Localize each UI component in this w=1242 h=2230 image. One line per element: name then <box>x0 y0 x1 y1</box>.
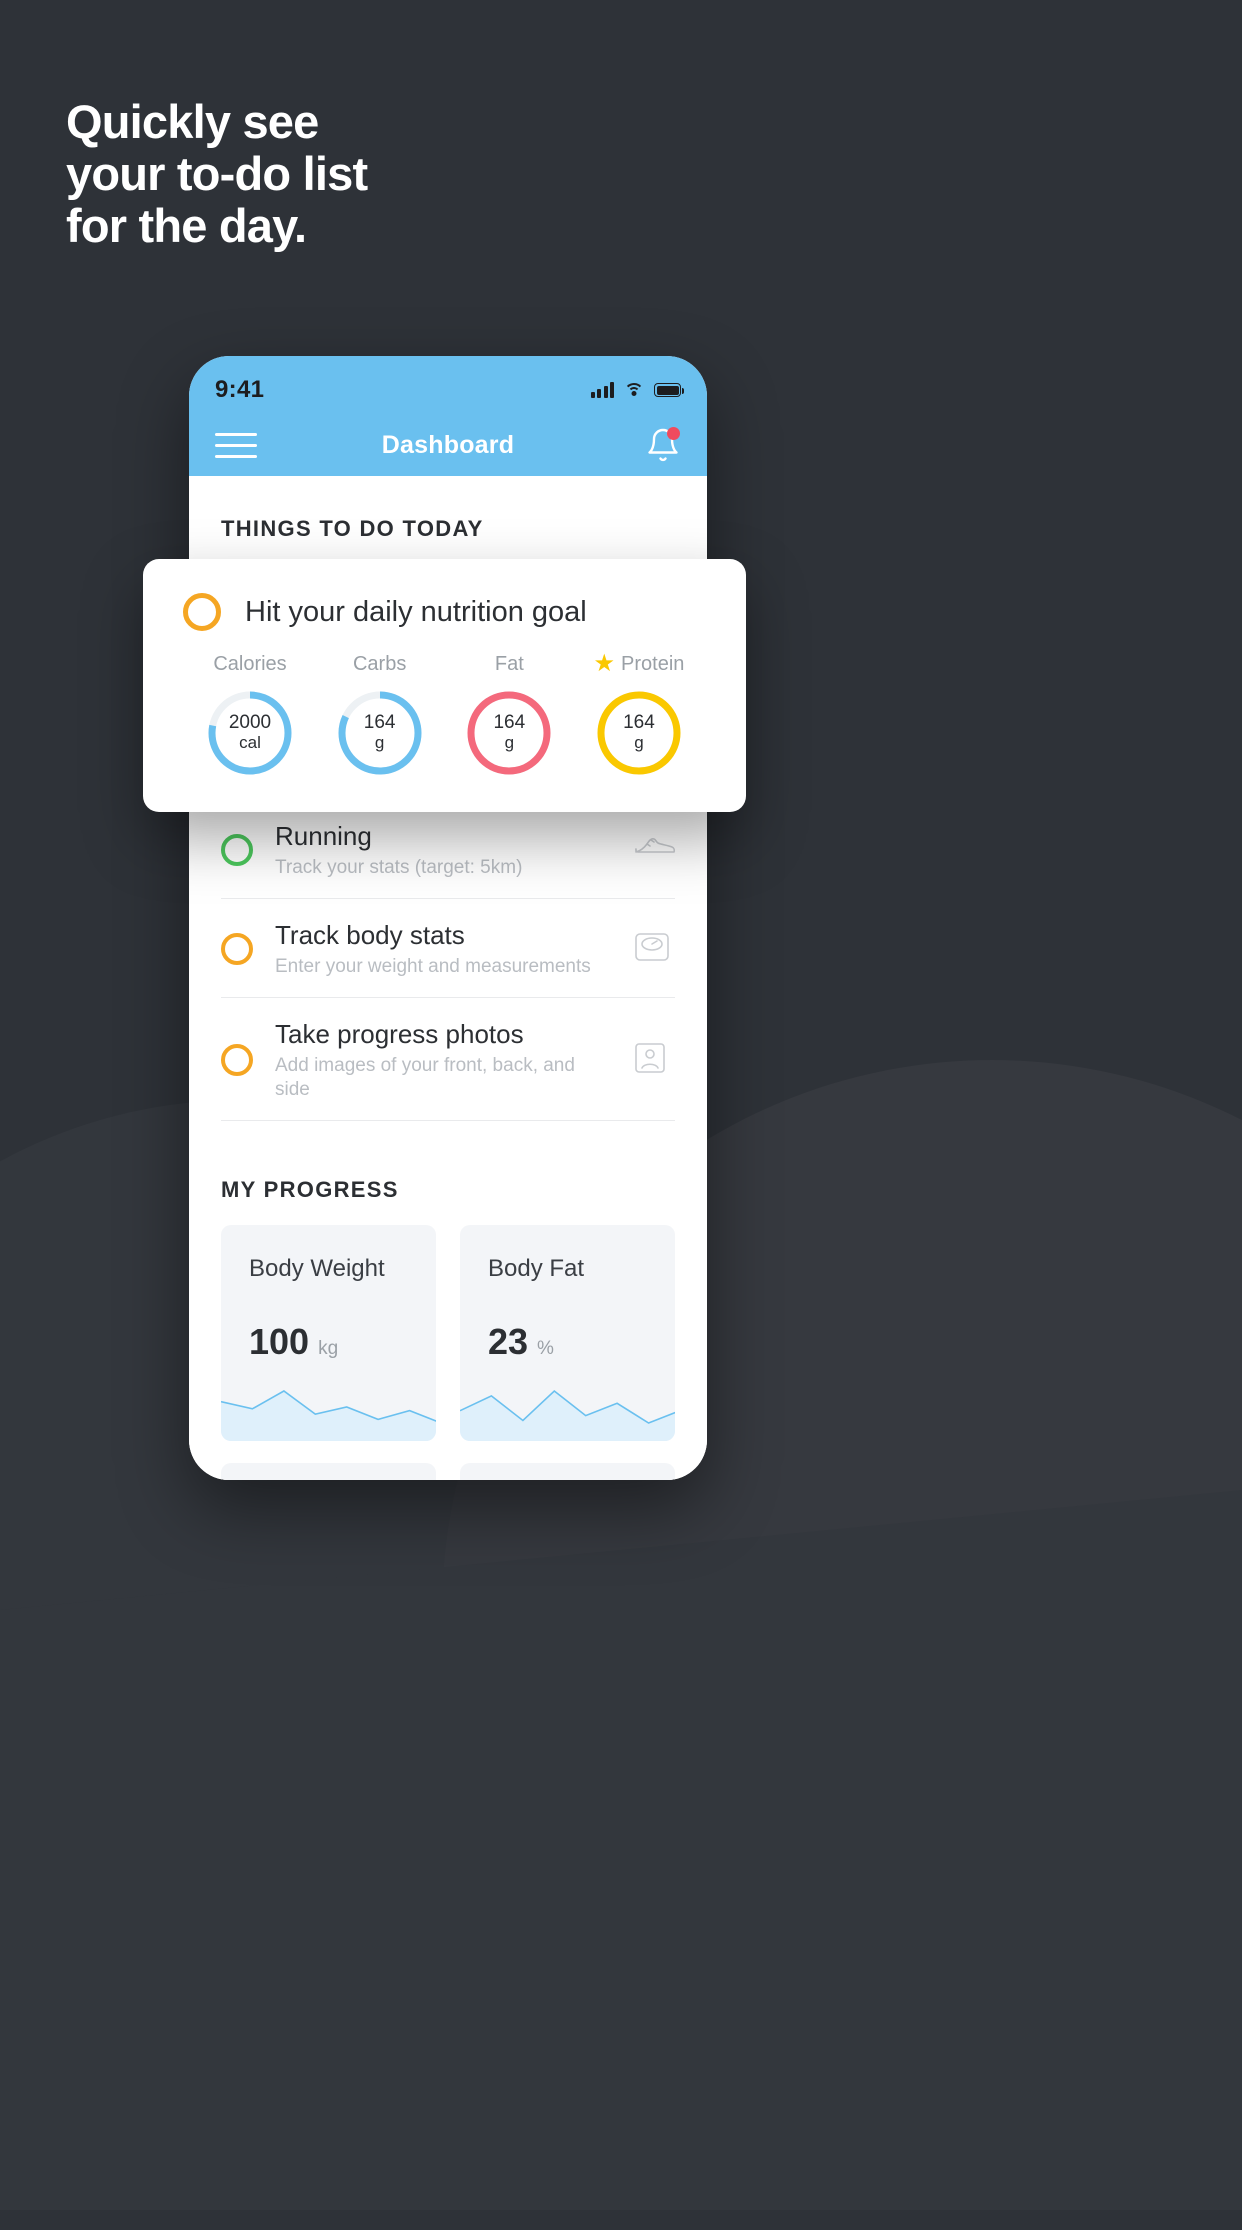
task-subtitle: Add images of your front, back, and side <box>275 1055 575 1100</box>
progress-card-row: Body Weight 100 kg Body Fat 23 % <box>221 1225 675 1441</box>
page-title: Dashboard <box>381 430 515 459</box>
macro-label: Fat <box>494 652 524 675</box>
progress-card-partial[interactable] <box>460 1463 675 1480</box>
macro-label-row: Calories <box>189 651 311 677</box>
macro-unit: cal <box>239 733 261 752</box>
task-title: Track body stats <box>275 920 465 950</box>
photo-icon <box>633 1041 675 1079</box>
status-icons <box>590 382 684 398</box>
headline-line-2: your to-do list <box>66 147 368 200</box>
macro-value: 164 <box>363 712 396 733</box>
progress-card-partial[interactable] <box>221 1463 436 1480</box>
nutrition-goal-card[interactable]: Hit your daily nutrition goal Calories 20… <box>143 559 746 812</box>
task-subtitle: Track your stats (target: 5km) <box>275 857 523 878</box>
marketing-headline: Quickly see your to-do list for the day. <box>66 96 766 252</box>
hamburger-icon[interactable] <box>215 432 257 458</box>
card-unit: % <box>537 1338 554 1359</box>
task-subtitle: Enter your weight and measurements <box>275 956 591 977</box>
shoe-icon <box>633 831 676 869</box>
my-progress-section: MY PROGRESS Body Weight 100 kg Body Fat … <box>189 1177 707 1480</box>
body-weight-sparkline <box>221 1383 436 1441</box>
headline-line-1: Quickly see <box>66 95 319 148</box>
macro-label: Calories <box>213 652 287 675</box>
status-time: 9:41 <box>215 376 265 403</box>
progress-card-body-weight[interactable]: Body Weight 100 kg <box>221 1225 436 1441</box>
things-to-do-heading: THINGS TO DO TODAY <box>221 516 484 541</box>
star-icon: ★ <box>593 650 616 677</box>
macro-carbs[interactable]: Carbs 164 g <box>319 651 441 779</box>
bell-icon[interactable] <box>645 427 681 463</box>
scale-icon <box>633 930 675 968</box>
macro-donut: 2000 cal <box>204 687 296 779</box>
status-bar: 9:41 <box>189 356 707 414</box>
card-value-row: 100 kg <box>221 1283 436 1363</box>
checkbox-ring-icon[interactable] <box>183 593 221 631</box>
app-bar: Dashboard <box>189 414 707 476</box>
battery-icon <box>654 383 684 397</box>
macro-label-row: Fat <box>448 651 570 677</box>
headline-line-3: for the day. <box>66 199 307 252</box>
progress-card-row-next <box>221 1463 675 1480</box>
nutrition-card-header: Hit your daily nutrition goal <box>183 593 706 631</box>
card-label: Body Weight <box>249 1255 385 1282</box>
notification-badge <box>667 427 680 440</box>
macro-donut: 164 g <box>334 687 426 779</box>
macro-value-block: 2000 cal <box>204 687 296 779</box>
phone-mockup: 9:41 Dashboard THINGS TO DO TODAY Runnin… <box>189 356 707 1480</box>
progress-card-body-fat[interactable]: Body Fat 23 % <box>460 1225 675 1441</box>
macro-unit: g <box>504 733 515 752</box>
macro-value-block: 164 g <box>593 687 685 779</box>
task-row-progress-photos[interactable]: Take progress photos Add images of your … <box>221 998 675 1121</box>
macro-value: 2000 <box>228 712 272 733</box>
macro-label: Carbs <box>352 652 407 675</box>
nutrition-card-title: Hit your daily nutrition goal <box>245 595 587 628</box>
card-value: 100 <box>249 1321 310 1362</box>
card-value-row: 23 % <box>460 1283 675 1363</box>
checkbox-ring-icon[interactable] <box>221 933 253 965</box>
macro-unit: g <box>634 733 644 752</box>
macro-fat[interactable]: Fat 164 g <box>448 651 570 779</box>
macro-calories[interactable]: Calories 2000 cal <box>189 651 311 779</box>
macro-value-block: 164 g <box>334 687 426 779</box>
task-text-block: Take progress photos Add images of your … <box>275 1018 611 1102</box>
task-list: Running Track your stats (target: 5km) T… <box>189 800 707 1121</box>
macro-protein[interactable]: ★ Protein 164 g <box>578 651 700 779</box>
card-value: 23 <box>488 1321 529 1362</box>
macro-value-block: 164 g <box>463 687 555 779</box>
checkbox-ring-icon[interactable] <box>221 834 253 866</box>
body-fat-sparkline <box>460 1383 675 1441</box>
macro-unit: g <box>374 733 385 752</box>
macro-ring-row: Calories 2000 cal Carbs 164 g Fat 164 g ★ Protein 1… <box>183 651 706 779</box>
macro-label-row: ★ Protein <box>578 651 700 677</box>
checkbox-ring-icon[interactable] <box>221 1044 253 1076</box>
task-title: Running <box>275 821 372 851</box>
macro-donut: 164 g <box>593 687 685 779</box>
macro-donut: 164 g <box>463 687 555 779</box>
my-progress-heading: MY PROGRESS <box>221 1177 399 1202</box>
task-row-body-stats[interactable]: Track body stats Enter your weight and m… <box>221 899 675 998</box>
macro-label: Protein <box>621 652 685 675</box>
background-diagonal <box>0 1490 1242 2210</box>
card-unit: kg <box>318 1338 339 1359</box>
card-label: Body Fat <box>488 1255 585 1282</box>
task-title: Take progress photos <box>275 1019 524 1049</box>
wifi-icon <box>624 382 644 398</box>
macro-value: 164 <box>493 712 526 733</box>
task-row-running[interactable]: Running Track your stats (target: 5km) <box>221 800 676 899</box>
macro-label-row: Carbs <box>319 651 441 677</box>
macro-value: 164 <box>623 712 655 733</box>
signal-icon <box>590 382 614 398</box>
task-text-block: Track body stats Enter your weight and m… <box>275 919 611 979</box>
task-text-block: Running Track your stats (target: 5km) <box>275 820 611 880</box>
